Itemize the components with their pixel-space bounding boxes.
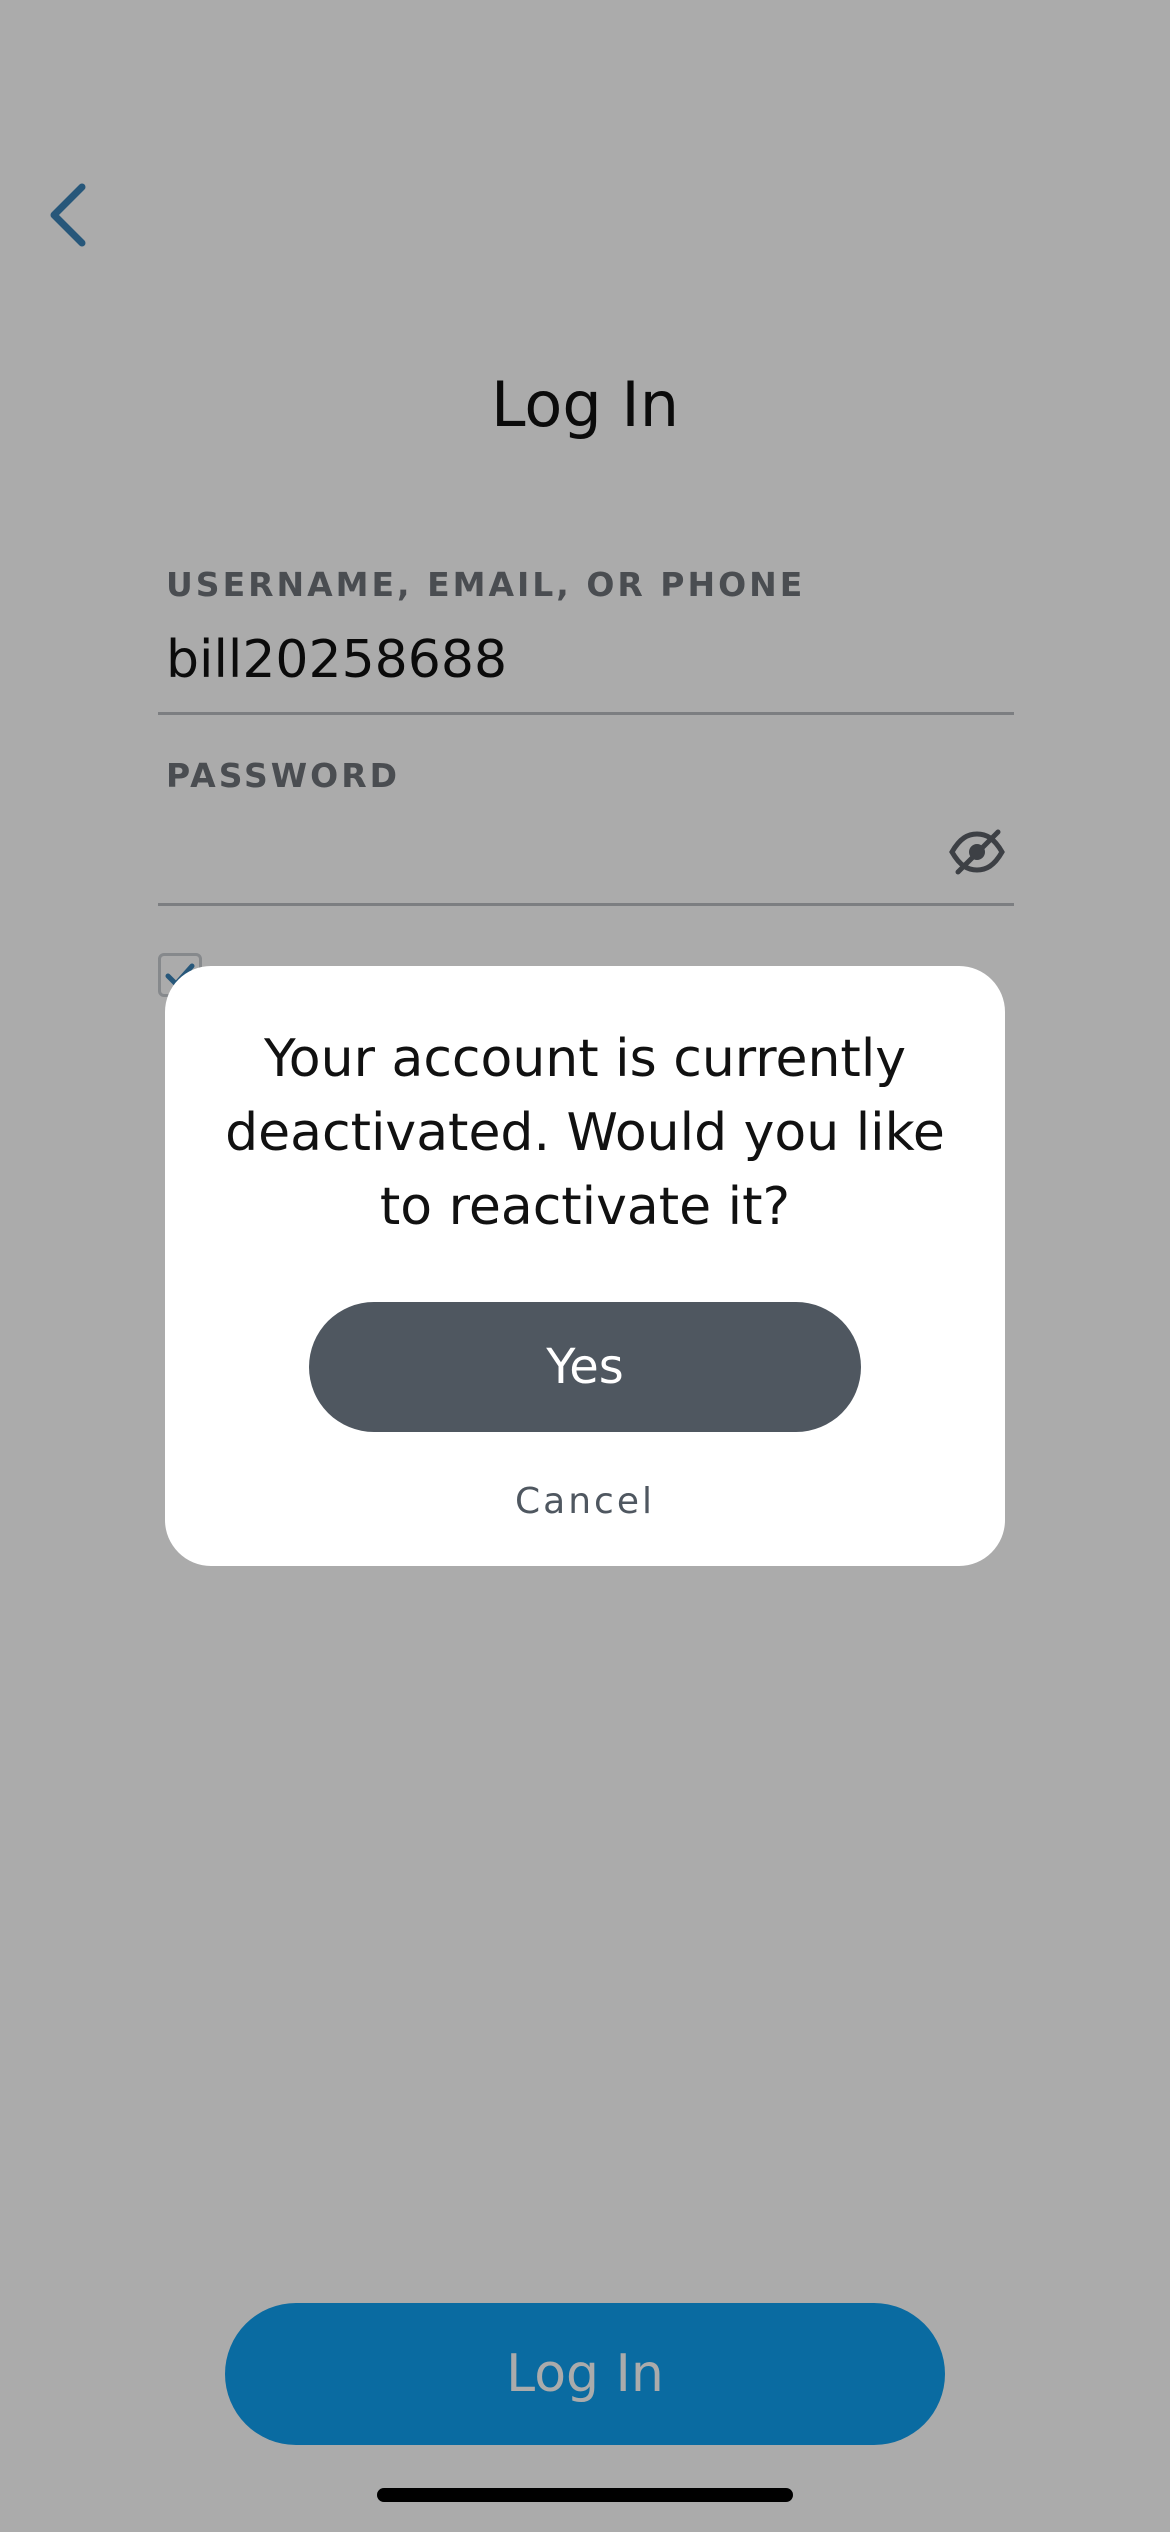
home-indicator [377, 2488, 793, 2502]
yes-button[interactable]: Yes [309, 1302, 861, 1432]
dialog-message: Your account is currently deactivated. W… [225, 1029, 945, 1237]
cancel-button[interactable]: Cancel [435, 1471, 735, 1531]
reactivate-account-dialog: Your account is currently deactivated. W… [165, 966, 1005, 1566]
